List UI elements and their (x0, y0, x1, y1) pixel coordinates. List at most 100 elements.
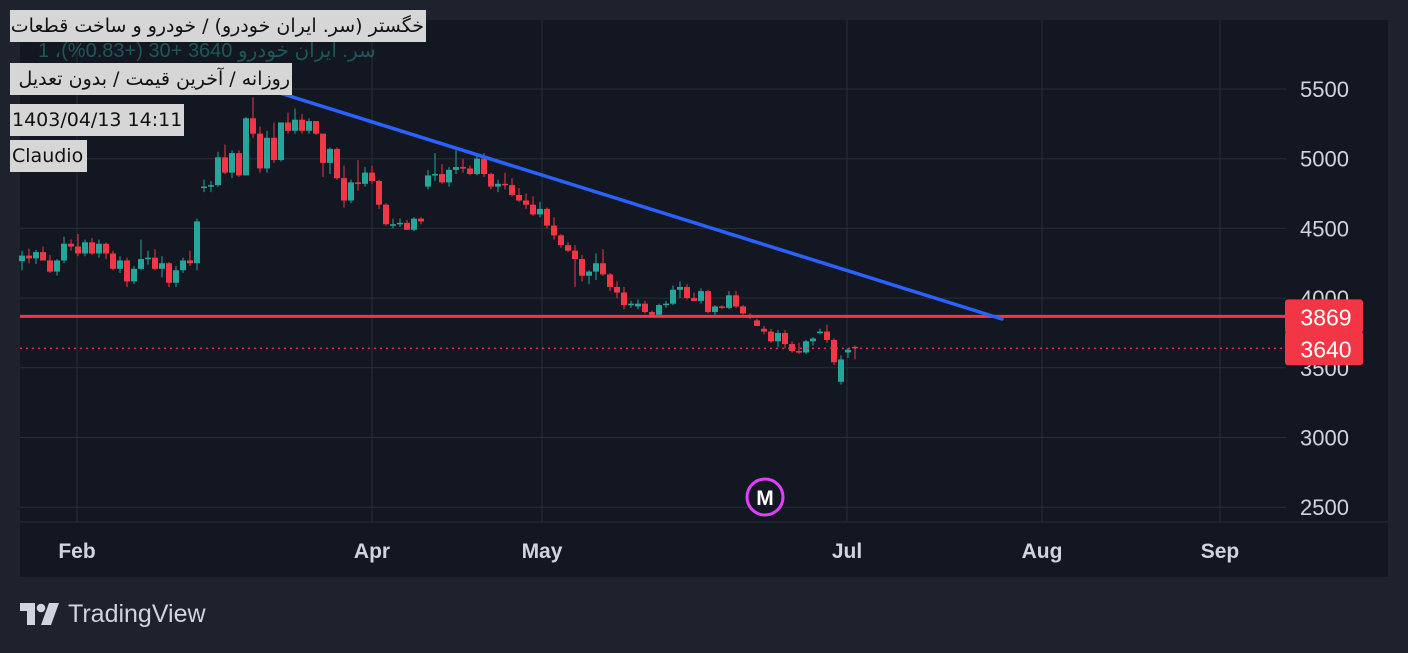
candle-body (180, 260, 186, 271)
candle-body (348, 182, 354, 201)
candle-body (803, 341, 809, 353)
candle-body (320, 133, 326, 163)
candle-body (166, 263, 172, 283)
candle[interactable] (236, 150, 242, 177)
candle-body (607, 274, 613, 287)
candle-body (488, 174, 494, 187)
candle[interactable] (313, 121, 319, 136)
candle-body (96, 243, 102, 254)
candle-body (712, 306, 718, 313)
y-tick-label: 3000 (1300, 426, 1349, 451)
candle-body (586, 271, 592, 276)
candle-body (278, 122, 284, 161)
candle-body (145, 257, 151, 260)
candle-body (229, 153, 235, 173)
y-tick-label: 5000 (1300, 147, 1349, 172)
candle[interactable] (656, 303, 662, 317)
candle[interactable] (110, 250, 116, 271)
event-marker[interactable]: M (745, 477, 785, 517)
candle-body (264, 137, 270, 169)
candle-body (152, 257, 158, 269)
candle-body (369, 172, 375, 182)
candle-body (47, 260, 53, 272)
candle-body (831, 339, 837, 363)
candle-body (621, 292, 627, 306)
candle-body (691, 298, 697, 301)
y-tick-label: 2500 (1300, 495, 1349, 520)
candle-body (390, 224, 396, 226)
candle-body (82, 242, 88, 254)
candle-body (530, 204, 536, 215)
candle-body (656, 305, 662, 315)
candle-body (733, 295, 739, 307)
timestamp-label: 1403/04/13 14:11 (10, 104, 184, 136)
candle-body (509, 185, 515, 195)
candle-body (614, 286, 620, 293)
candle-body (313, 121, 319, 134)
candle-body (544, 208, 550, 226)
candle[interactable] (705, 289, 711, 314)
candle-body (537, 208, 543, 215)
candle[interactable] (334, 147, 340, 180)
candle-body (775, 332, 781, 342)
candle-body (404, 222, 410, 230)
candle-body (761, 328, 767, 332)
candle[interactable] (838, 355, 844, 385)
candle-body (187, 260, 193, 264)
candle-body (159, 263, 165, 269)
author-label: Claudio (10, 140, 87, 172)
candle-body (439, 174, 445, 183)
candle-body (446, 169, 452, 183)
candle-body (460, 167, 466, 169)
candle-body (215, 157, 221, 186)
candle-body (635, 303, 641, 307)
candle[interactable] (194, 218, 200, 271)
candle-body (75, 246, 81, 254)
candle-body (201, 186, 207, 189)
candle[interactable] (383, 203, 389, 226)
candle[interactable] (348, 179, 354, 204)
candle[interactable] (831, 338, 837, 366)
y-tick-label: 4500 (1300, 216, 1349, 241)
y-tick-label: 5500 (1300, 77, 1349, 102)
x-tick-label: Apr (354, 540, 390, 563)
candle-body (257, 133, 263, 169)
candle[interactable] (243, 116, 249, 176)
interval-line: روزانه / آخرین قیمت / بدون تعدیل (10, 63, 292, 95)
candle-body (649, 312, 655, 315)
candle-body (355, 182, 361, 184)
candle-body (754, 320, 760, 326)
candle-body (789, 344, 795, 352)
chart-area[interactable]: 2500 3000 3500 4000 4500 5000 5500 Feb Apr May Jul… (0, 0, 1408, 648)
candle-body (824, 331, 830, 340)
candle-body (299, 119, 305, 131)
candle-body (243, 118, 249, 176)
candle-body (194, 221, 200, 264)
candle-body (677, 286, 683, 290)
candle-body (495, 183, 501, 187)
candle[interactable] (376, 179, 382, 209)
candle[interactable] (411, 217, 417, 232)
candle[interactable] (278, 122, 284, 162)
candle-body (684, 286, 690, 299)
candle-body (54, 260, 60, 272)
candle[interactable] (803, 339, 809, 354)
candle-body (425, 175, 431, 187)
candle[interactable] (544, 207, 550, 229)
candle-body (208, 185, 214, 187)
tradingview-logo-icon (20, 603, 59, 625)
candle[interactable] (740, 305, 746, 315)
candle-body (236, 153, 242, 176)
candle-body (796, 351, 802, 353)
price-badge-level-text: 3869 (1300, 304, 1351, 330)
candle-body (467, 168, 473, 175)
candle-body (726, 295, 732, 308)
symbol-line: خگستر (سر. ایران خودرو) / خودرو و ساخت ق… (10, 10, 426, 42)
candle-body (740, 306, 746, 314)
candle-body (222, 157, 228, 173)
candlestick-chart[interactable]: 2500300035004000450050005500Feb Apr May Jul… (0, 0, 1408, 648)
candle-body (138, 259, 144, 269)
candle-body (411, 218, 417, 230)
footer-brand[interactable]: TradingView (20, 598, 206, 630)
candle-body (110, 253, 116, 269)
